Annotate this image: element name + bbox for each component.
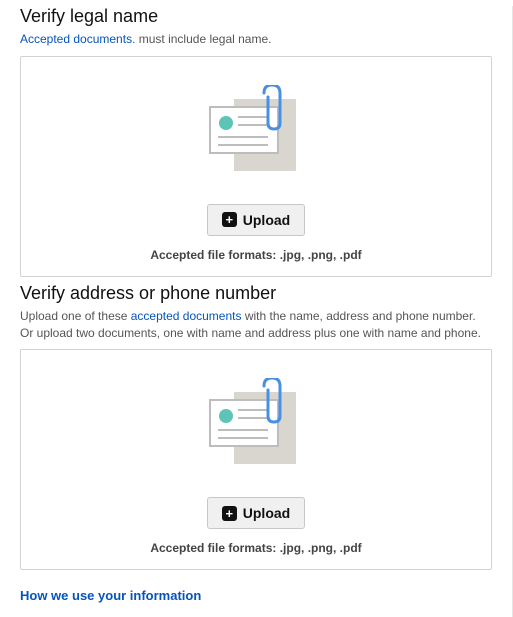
upload-box-legal-name: + Upload Accepted file formats: .jpg, .p… — [20, 56, 492, 277]
verify-address-title: Verify address or phone number — [20, 283, 492, 304]
how-we-use-info-link[interactable]: How we use your information — [20, 588, 201, 603]
upload-button-address[interactable]: + Upload — [207, 497, 305, 529]
accepted-documents-link-2[interactable]: accepted documents — [131, 309, 242, 323]
verify-address-subtext-before: Upload one of these — [20, 309, 131, 323]
accepted-documents-link-1[interactable]: Accepted documents — [20, 32, 132, 46]
upload-box-address: + Upload Accepted file formats: .jpg, .p… — [20, 349, 492, 570]
upload-button-legal-name[interactable]: + Upload — [207, 204, 305, 236]
accepted-formats-text-2: Accepted file formats: .jpg, .png, .pdf — [37, 541, 475, 555]
upload-button-label: Upload — [243, 505, 290, 521]
verify-address-subtext: Upload one of these accepted documents w… — [20, 308, 492, 342]
document-paperclip-icon — [206, 378, 306, 473]
accepted-formats-text-1: Accepted file formats: .jpg, .png, .pdf — [37, 248, 475, 262]
plus-icon: + — [222, 212, 237, 227]
verify-legal-name-subtext-tail: . must include legal name. — [132, 32, 271, 46]
document-paperclip-icon — [206, 85, 306, 180]
upload-button-label: Upload — [243, 212, 290, 228]
verify-legal-name-subtext: Accepted documents. must include legal n… — [20, 31, 492, 48]
plus-icon: + — [222, 506, 237, 521]
verify-legal-name-title: Verify legal name — [20, 6, 492, 27]
